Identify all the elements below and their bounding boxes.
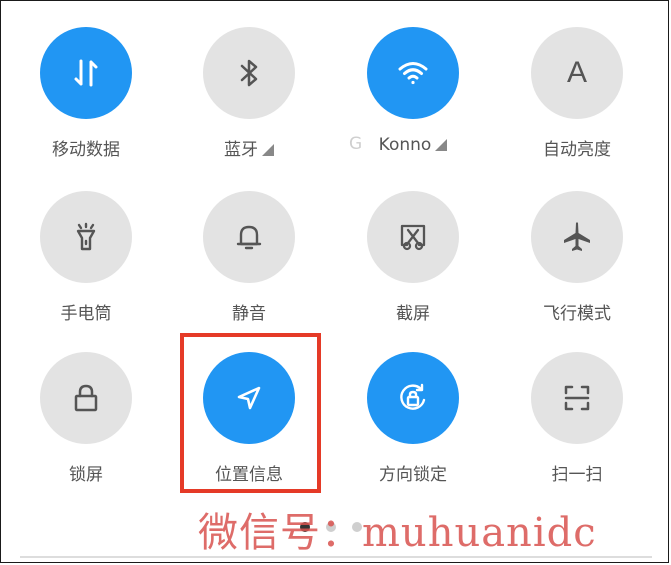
tile-label: 飞行模式: [543, 304, 611, 324]
rotation-lock-icon[interactable]: [367, 352, 459, 444]
tile-label: 自动亮度: [543, 140, 611, 160]
tile-bluetooth[interactable]: 蓝牙: [178, 27, 318, 187]
tile-rotation-lock[interactable]: 方向锁定: [342, 352, 482, 512]
airplane-icon[interactable]: [531, 191, 623, 283]
tile-mobile-data[interactable]: 移动数据: [15, 27, 155, 187]
tile-flashlight[interactable]: 手电筒: [15, 191, 155, 351]
tile-wifi[interactable]: Konno: [342, 27, 482, 187]
scan-icon[interactable]: [531, 352, 623, 444]
bottom-divider: [20, 556, 652, 558]
tile-label-row: 蓝牙: [178, 135, 320, 160]
tile-scan[interactable]: 扫一扫: [506, 352, 646, 512]
tile-silent[interactable]: 静音: [178, 191, 318, 351]
screenshot-icon[interactable]: [367, 191, 459, 283]
bluetooth-icon[interactable]: [203, 27, 295, 119]
flashlight-icon[interactable]: [40, 191, 132, 283]
bell-icon[interactable]: [203, 191, 295, 283]
tile-auto-brightness[interactable]: A 自动亮度: [506, 27, 646, 187]
tile-label: 截屏: [396, 304, 430, 324]
expand-caret-icon[interactable]: [435, 139, 448, 151]
tile-label: 蓝牙: [224, 140, 258, 160]
expand-caret-icon[interactable]: [262, 144, 274, 156]
watermark: 微信号：muhuanidc: [198, 510, 597, 556]
ghost-text: G: [349, 134, 363, 154]
tile-label: 静音: [232, 304, 266, 324]
tile-lock-screen[interactable]: 锁屏: [15, 352, 155, 512]
tile-label: 方向锁定: [379, 465, 447, 485]
auto-brightness-icon[interactable]: A: [531, 27, 623, 119]
tile-label: 扫一扫: [551, 465, 603, 485]
tile-screenshot[interactable]: 截屏: [342, 191, 482, 351]
tile-label: Konno: [378, 135, 432, 155]
tile-label: 手电筒: [60, 304, 112, 324]
tile-label: 锁屏: [69, 465, 103, 485]
auto-brightness-letter: A: [566, 56, 587, 89]
wifi-icon[interactable]: [367, 27, 459, 119]
tile-label: 移动数据: [52, 140, 120, 160]
tile-label-row: Konno: [342, 135, 484, 155]
highlight-box: [180, 333, 321, 493]
mobile-data-icon[interactable]: [40, 27, 132, 119]
tile-airplane-mode[interactable]: 飞行模式: [506, 191, 646, 351]
lock-icon[interactable]: [40, 352, 132, 444]
